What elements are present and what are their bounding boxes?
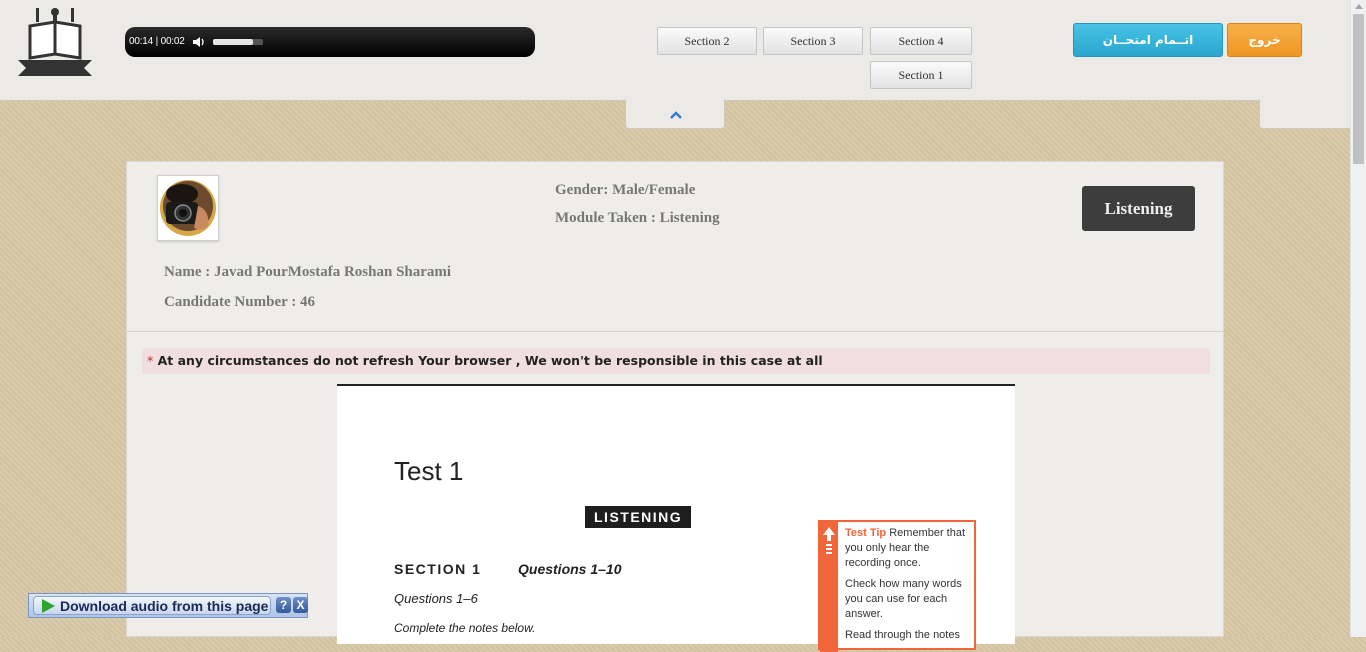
download-audio-label: Download audio from this page: [60, 598, 269, 614]
section-4-button[interactable]: Section 4: [870, 27, 972, 55]
ieltsteh-logo[interactable]: [16, 4, 94, 80]
finish-exam-button[interactable]: اتــمام امتحــان: [1073, 23, 1223, 57]
volume-icon[interactable]: [192, 35, 206, 49]
help-button[interactable]: ?: [276, 597, 291, 613]
tip-line-2: Check how many words you can use for eac…: [845, 578, 962, 620]
volume-level: [213, 39, 253, 45]
arrow-up-icon: [823, 527, 835, 554]
questions-range: Questions 1–10: [518, 561, 622, 577]
warning-star: *: [147, 353, 154, 368]
download-audio-button[interactable]: Download audio from this page: [33, 596, 271, 615]
play-icon: [42, 599, 55, 613]
test-document: Test 1 LISTENING SECTION 1 Questions 1–1…: [337, 384, 1015, 652]
candidate-module: Module Taken : Listening: [555, 210, 720, 226]
warning-text: At any circumstances do not refresh Your…: [157, 353, 823, 368]
chevron-up-icon: [670, 111, 682, 119]
section-3-button[interactable]: Section 3: [763, 27, 863, 55]
section-heading: SECTION 1: [394, 561, 482, 577]
tip-text: Test Tip Remember that you only hear the…: [845, 526, 973, 649]
header-tab-right: [1259, 99, 1351, 129]
instruction-text: Complete the notes below.: [394, 621, 536, 635]
download-audio-bar: Download audio from this page ? X: [28, 593, 308, 618]
scroll-thumb[interactable]: [1353, 14, 1364, 164]
close-button[interactable]: X: [293, 597, 308, 613]
candidate-number: Candidate Number : 46: [164, 294, 315, 310]
volume-slider[interactable]: [213, 39, 263, 45]
candidate-name: Name : Javad PourMostafa Roshan Sharami: [164, 264, 452, 280]
tip-line-3: Read through the notes: [845, 629, 960, 641]
tip-title: Test Tip: [845, 527, 887, 539]
audio-player[interactable]: 00:14 | 00:02: [125, 27, 535, 57]
test-tip-box: Test Tip Remember that you only hear the…: [818, 520, 976, 652]
section-1-button[interactable]: Section 1: [870, 61, 972, 89]
candidate-avatar: [157, 175, 219, 241]
document-title: Test 1: [394, 456, 464, 486]
exam-panel: Gender: Male/Female Module Taken : Liste…: [126, 161, 1224, 652]
refresh-warning: * At any circumstances do not refresh Yo…: [142, 348, 1210, 374]
candidate-photo: [160, 180, 216, 236]
sub-questions-range: Questions 1–6: [394, 591, 478, 606]
candidate-gender: Gender: Male/Female: [555, 182, 696, 198]
module-badge: Listening: [1082, 186, 1195, 231]
exit-button[interactable]: خروج: [1227, 23, 1302, 57]
scroll-up-arrow-icon[interactable]: [1355, 4, 1363, 9]
top-header: 00:14 | 00:02 Section 2 Section 3 Sectio…: [0, 0, 1350, 101]
collapse-header-toggle[interactable]: [625, 99, 725, 129]
player-time: 00:14 | 00:02: [129, 36, 185, 47]
section-2-button[interactable]: Section 2: [657, 27, 757, 55]
listening-heading: LISTENING: [585, 506, 692, 528]
page-scrollbar[interactable]: [1350, 0, 1366, 637]
panel-divider: [127, 331, 1223, 332]
